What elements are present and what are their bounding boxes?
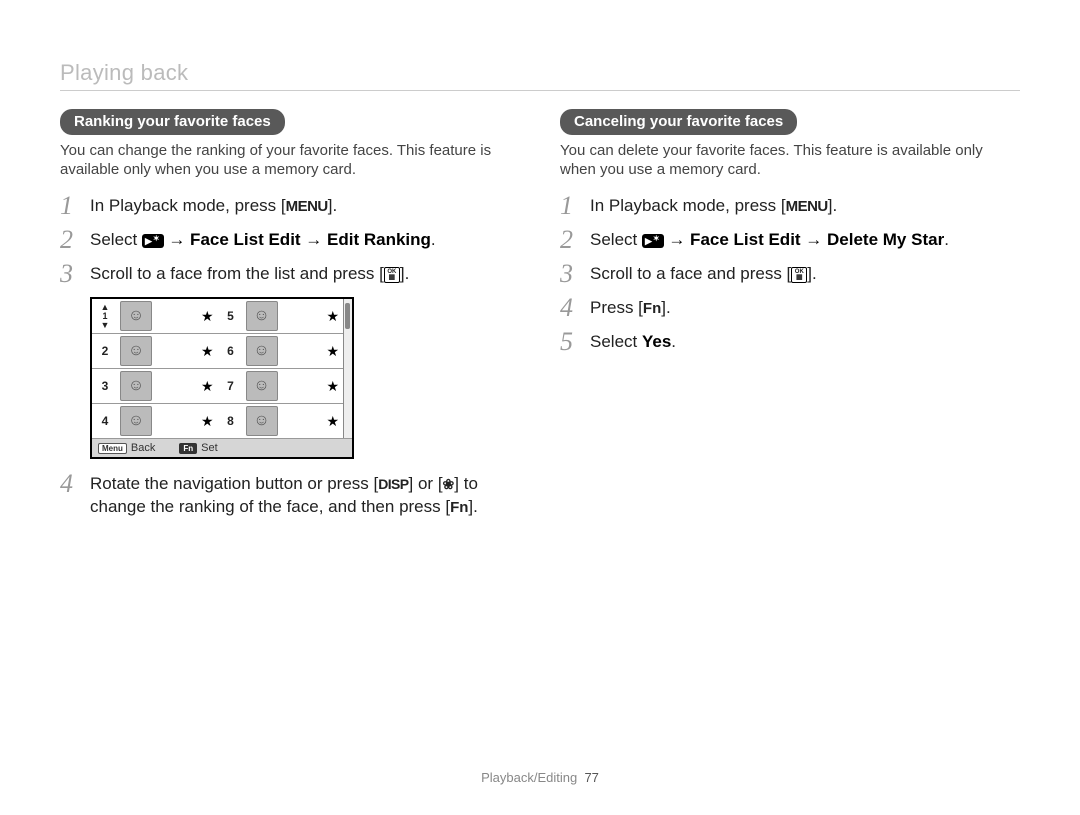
playback-settings-icon [142, 234, 164, 248]
ranking-intro: You can change the ranking of your favor… [60, 141, 520, 179]
ranking-step-1: 1 In Playback mode, press [MENU]. [60, 195, 520, 219]
canceling-step-5: 5 Select Yes. [560, 331, 1020, 355]
star-icon: ★ [326, 343, 339, 360]
face-rank: 2 [96, 344, 114, 358]
menu-icon: MENU [786, 198, 828, 215]
footer-set: Fn Set [179, 442, 217, 454]
page-number: 77 [584, 770, 598, 785]
face-thumbnail: ☺ [246, 336, 278, 366]
fn-icon: Fn [450, 499, 468, 516]
face-list-row: 7 ☺ ★ [218, 369, 344, 404]
ok-icon [384, 267, 400, 283]
ok-icon [791, 267, 807, 283]
canceling-step-2: 2 Select → Face List Edit → Delete My St… [560, 229, 1020, 253]
face-thumbnail: ☺ [246, 406, 278, 436]
right-column: Canceling your favorite faces You can de… [560, 109, 1020, 529]
star-icon: ★ [326, 308, 339, 325]
face-list-col-left: ▲1▼ ☺ ★ 2 ☺ ★ 3 ☺ ★ [92, 299, 218, 438]
face-list-screen: ▲1▼ ☺ ★ 2 ☺ ★ 3 ☺ ★ [90, 297, 354, 459]
face-rank: 4 [96, 414, 114, 428]
star-icon: ★ [201, 413, 214, 430]
star-icon: ★ [201, 308, 214, 325]
fn-icon: Fn [643, 300, 661, 317]
ranking-step-4: 4 Rotate the navigation button or press … [60, 473, 520, 519]
face-list-scrollbar [343, 299, 352, 438]
face-list-row: 6 ☺ ★ [218, 334, 344, 369]
section-heading-canceling: Canceling your favorite faces [560, 109, 797, 135]
face-thumbnail: ☺ [246, 301, 278, 331]
face-rank: 8 [222, 414, 240, 428]
face-list-footer: Menu Back Fn Set [92, 438, 352, 457]
face-list-row: 4 ☺ ★ [92, 404, 218, 438]
star-icon: ★ [201, 378, 214, 395]
face-thumbnail: ☺ [246, 371, 278, 401]
playback-settings-icon [642, 234, 664, 248]
menu-icon: MENU [286, 198, 328, 215]
canceling-step-1: 1 In Playback mode, press [MENU]. [560, 195, 1020, 219]
step-number: 2 [560, 227, 590, 253]
face-list-row: 8 ☺ ★ [218, 404, 344, 438]
step-number: 4 [560, 295, 590, 321]
ranking-step-2: 2 Select → Face List Edit → Edit Ranking… [60, 229, 520, 253]
page-footer: Playback/Editing 77 [0, 770, 1080, 785]
face-rank: 6 [222, 344, 240, 358]
step-number: 3 [60, 261, 90, 287]
face-list-col-right: 5 ☺ ★ 6 ☺ ★ 7 ☺ ★ [218, 299, 344, 438]
fn-key-icon: Fn [179, 443, 197, 454]
step-number: 1 [60, 193, 90, 219]
canceling-step-3: 3 Scroll to a face and press []. [560, 263, 1020, 287]
footer-back: Menu Back [98, 442, 155, 454]
step-number: 4 [60, 471, 90, 497]
left-column: Ranking your favorite faces You can chan… [60, 109, 520, 529]
step-number: 3 [560, 261, 590, 287]
face-list-row: ▲1▼ ☺ ★ [92, 299, 218, 334]
face-rank: 5 [222, 309, 240, 323]
face-list-row: 5 ☺ ★ [218, 299, 344, 334]
canceling-steps: 1 In Playback mode, press [MENU]. 2 Sele… [560, 195, 1020, 355]
step-number: 5 [560, 329, 590, 355]
face-rank: 7 [222, 379, 240, 393]
step-number: 1 [560, 193, 590, 219]
canceling-intro: You can delete your favorite faces. This… [560, 141, 1020, 179]
menu-key-icon: Menu [98, 443, 127, 454]
ranking-steps: 1 In Playback mode, press [MENU]. 2 Sele… [60, 195, 520, 287]
face-rank-selected: ▲1▼ [96, 303, 114, 330]
face-thumbnail: ☺ [120, 406, 152, 436]
star-icon: ★ [326, 413, 339, 430]
face-list-row: 2 ☺ ★ [92, 334, 218, 369]
macro-icon: ❀ [443, 476, 455, 492]
star-icon: ★ [201, 343, 214, 360]
ranking-steps-cont: 4 Rotate the navigation button or press … [60, 473, 520, 519]
footer-section: Playback/Editing [481, 770, 577, 785]
step-number: 2 [60, 227, 90, 253]
section-heading-ranking: Ranking your favorite faces [60, 109, 285, 135]
face-list-row: 3 ☺ ★ [92, 369, 218, 404]
ranking-step-3: 3 Scroll to a face from the list and pre… [60, 263, 520, 287]
face-thumbnail: ☺ [120, 301, 152, 331]
header-rule [60, 90, 1020, 91]
star-icon: ★ [326, 378, 339, 395]
page-title: Playing back [60, 60, 1020, 86]
canceling-step-4: 4 Press [Fn]. [560, 297, 1020, 321]
face-rank: 3 [96, 379, 114, 393]
face-thumbnail: ☺ [120, 371, 152, 401]
face-thumbnail: ☺ [120, 336, 152, 366]
disp-icon: DISP [378, 476, 408, 492]
